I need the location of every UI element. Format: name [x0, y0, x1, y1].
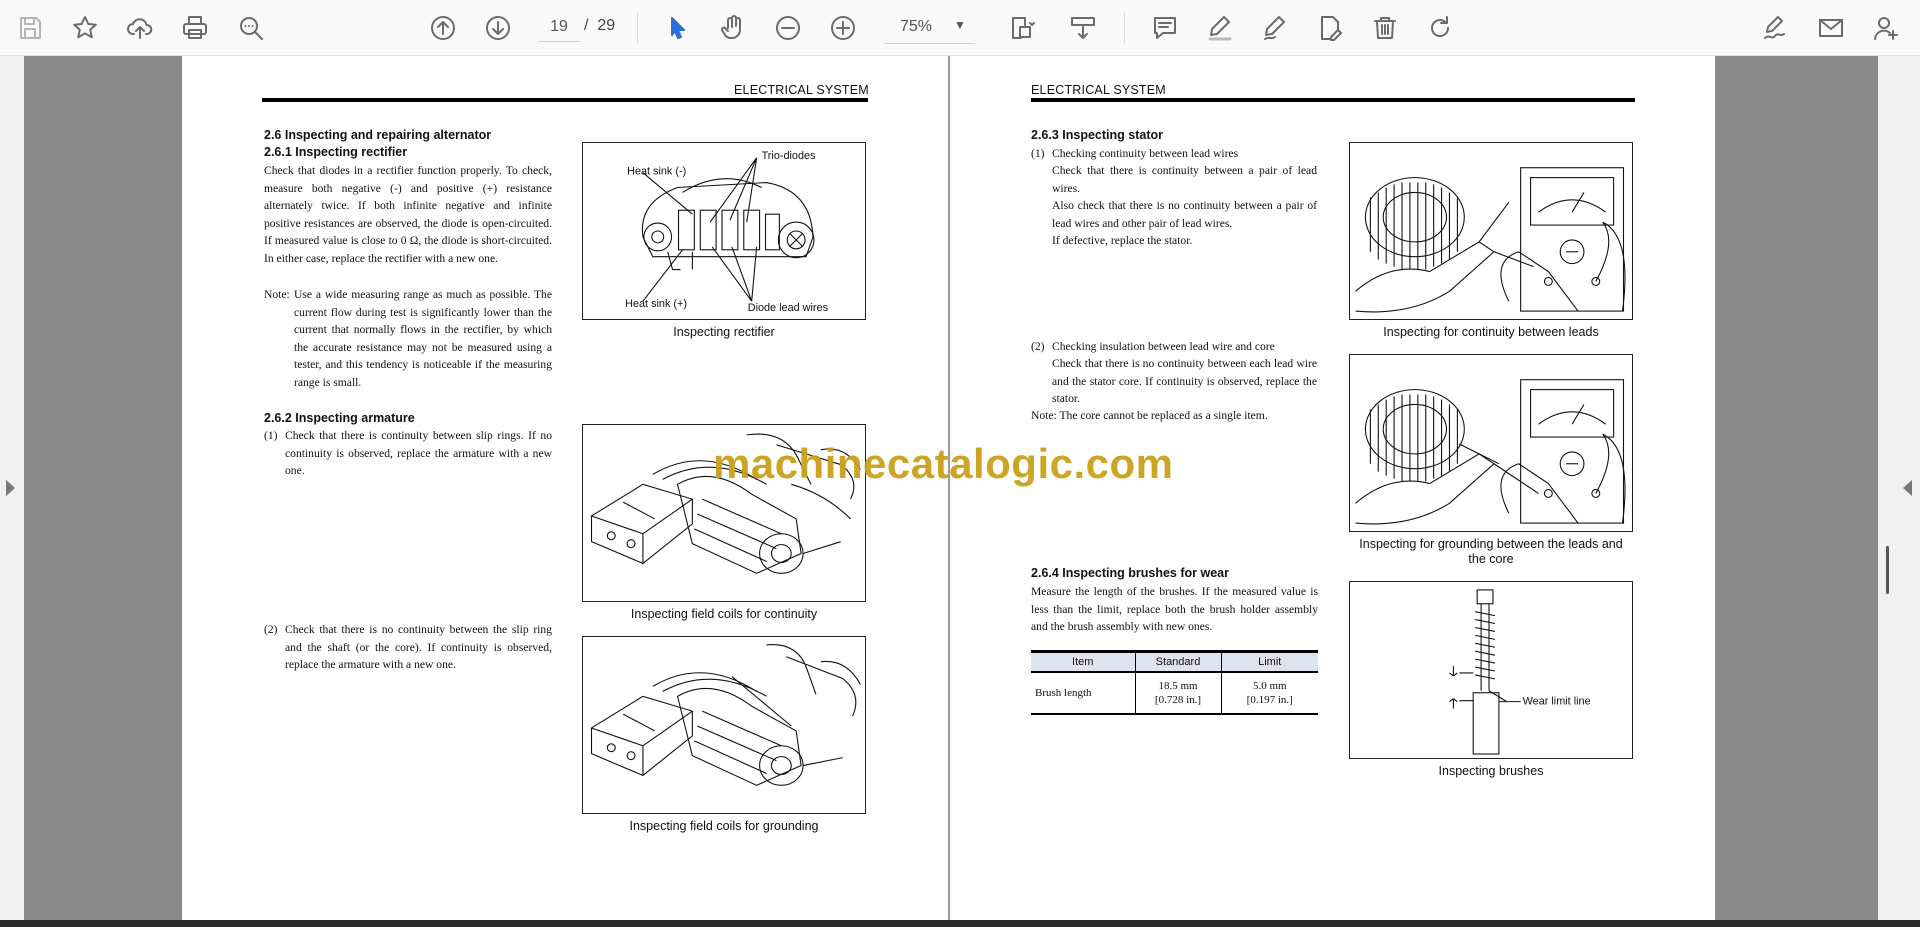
note-label: Note:: [264, 288, 290, 301]
label-trio-diodes: Trio-diodes: [762, 150, 816, 162]
page-header: ELECTRICAL SYSTEM: [734, 83, 869, 97]
page-number-input[interactable]: [538, 12, 580, 42]
select-pointer-icon[interactable]: [658, 8, 698, 48]
stator-step-1-text: Check that there is continuity between a…: [1052, 164, 1317, 195]
brushes-figure: Wear limit line: [1349, 581, 1633, 759]
left-panel-collapsed[interactable]: [0, 56, 24, 920]
print-icon[interactable]: [175, 8, 215, 48]
stator-leads-figure: [1349, 142, 1633, 320]
star-icon[interactable]: [65, 8, 105, 48]
rectifier-figure: Heat sink (-) Trio-diodes Heat sink (+) …: [582, 142, 866, 320]
armature-step-1: Check that there is continuity between s…: [285, 429, 552, 478]
stator-step-2-text: Check that there is no continuity betwee…: [1052, 357, 1317, 406]
sign-icon[interactable]: [1756, 8, 1796, 48]
section-heading: 2.6 Inspecting and repairing alternator: [264, 128, 492, 142]
figure-caption: Inspecting for grounding between the lea…: [1359, 537, 1623, 566]
expand-right-panel-icon[interactable]: [1903, 480, 1912, 496]
zoom-value: 75%: [900, 18, 933, 35]
table-header: Standard: [1134, 650, 1221, 673]
document-viewer: ELECTRICAL SYSTEM 2.6 Inspecting and rep…: [0, 56, 1920, 920]
table-cell: Brush length: [1031, 671, 1135, 715]
toolbar-divider: [1124, 12, 1125, 44]
zoom-in-icon[interactable]: [823, 8, 863, 48]
table-row: Brush length 18.5 mm [0.728 in.] 5.0 mm [0…: [1031, 671, 1318, 715]
zoom-select[interactable]: 75% ▼: [884, 12, 974, 44]
figure-caption: Inspecting for continuity between leads: [1383, 325, 1599, 339]
toolbar-divider: [637, 12, 638, 44]
bottom-bar: [0, 920, 1920, 927]
note-paragraph: Use a wide measuring range as much as po…: [294, 288, 552, 389]
figure-caption: Inspecting field coils for continuity: [630, 607, 818, 621]
right-panel-collapsed[interactable]: [1878, 56, 1920, 920]
prev-page-icon[interactable]: [423, 8, 463, 48]
pdf-page-left: ELECTRICAL SYSTEM 2.6 Inspecting and rep…: [182, 56, 948, 920]
subsection-heading: 2.6.4 Inspecting brushes for wear: [1031, 566, 1229, 580]
find-icon[interactable]: [231, 8, 271, 48]
table-header-row: Item Standard Limit: [1031, 650, 1318, 673]
cloud-upload-icon[interactable]: [120, 8, 160, 48]
step-title: Checking insulation between lead wire an…: [1052, 340, 1275, 353]
page-total: / 29: [584, 17, 616, 34]
subsection-heading: 2.6.3 Inspecting stator: [1031, 128, 1163, 142]
delete-icon[interactable]: [1365, 8, 1405, 48]
email-icon[interactable]: [1811, 8, 1851, 48]
label-diode-lead-wires: Diode lead wires: [748, 302, 829, 314]
scroll-mode-icon[interactable]: [1063, 8, 1103, 48]
draw-icon[interactable]: [1255, 8, 1295, 48]
zoom-out-icon[interactable]: [768, 8, 808, 48]
figure-caption: Inspecting rectifier: [673, 325, 775, 339]
table-cell: 5.0 mm [0.197 in.]: [1220, 671, 1318, 715]
label-heat-sink-negative: Heat sink (-): [627, 166, 686, 178]
table-cell: 18.5 mm [0.728 in.]: [1134, 671, 1221, 715]
hand-tool-icon[interactable]: [713, 8, 753, 48]
step-title: Checking continuity between lead wires: [1052, 147, 1239, 160]
table-header: Limit: [1220, 650, 1318, 673]
expand-left-panel-icon[interactable]: [6, 480, 15, 496]
pdf-page-right: ELECTRICAL SYSTEM 2.6.3 Inspecting stato…: [950, 56, 1715, 920]
stator-step-1-text: If defective, replace the stator.: [1052, 234, 1193, 247]
figure-caption: Inspecting brushes: [1438, 764, 1544, 778]
stator-grounding-figure: [1349, 354, 1633, 532]
stator-note: Note: The core cannot be replaced as a s…: [1031, 409, 1268, 422]
rectifier-paragraph: Check that diodes in a rectifier functio…: [264, 164, 552, 265]
brush-spec-table: Item Standard Limit Brush length 18.5 mm…: [1031, 650, 1318, 715]
header-rule: [262, 98, 868, 102]
comment-icon[interactable]: [1145, 8, 1185, 48]
rotate-icon[interactable]: [1420, 8, 1460, 48]
viewer-gutter: [1715, 56, 1878, 920]
subsection-heading: 2.6.1 Inspecting rectifier: [264, 145, 408, 159]
save-icon[interactable]: [10, 8, 50, 48]
scrollbar-thumb[interactable]: [1886, 546, 1889, 594]
subsection-heading: 2.6.2 Inspecting armature: [264, 411, 415, 425]
watermark-text: machinecatalogic.com: [713, 440, 1174, 487]
field-coils-grounding-figure: [582, 636, 866, 814]
highlight-pen-icon[interactable]: [1200, 8, 1240, 48]
figure-caption: Inspecting field coils for grounding: [629, 819, 819, 833]
table-header: Item: [1031, 650, 1135, 673]
label-wear-limit-line: Wear limit line: [1523, 696, 1591, 708]
viewer-gutter: [24, 56, 182, 920]
label-heat-sink-positive: Heat sink (+): [625, 298, 687, 310]
next-page-icon[interactable]: [478, 8, 518, 48]
chevron-down-icon: ▼: [954, 18, 966, 32]
header-rule: [1031, 98, 1635, 102]
page-header: ELECTRICAL SYSTEM: [1031, 83, 1166, 97]
edit-pdf-icon[interactable]: [1310, 8, 1350, 48]
brush-paragraph: Measure the length of the brushes. If th…: [1031, 585, 1318, 634]
toolbar: / 29 75% ▼: [0, 0, 1920, 56]
add-user-icon[interactable]: [1866, 8, 1906, 48]
page-display-icon[interactable]: [996, 8, 1048, 48]
stator-step-1-text: Also check that there is no continuity b…: [1052, 199, 1317, 230]
armature-step-2: Check that there is no continuity betwee…: [285, 623, 552, 672]
